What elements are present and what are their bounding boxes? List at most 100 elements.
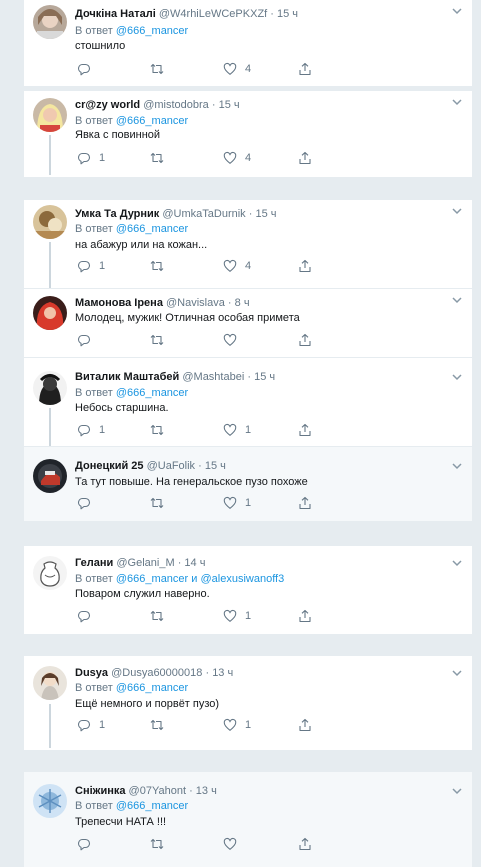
author-name[interactable]: Дочкіна Наталі [75, 8, 156, 20]
timestamp[interactable]: 8 ч [235, 297, 250, 309]
reply-mention[interactable]: @666_mancer [116, 223, 188, 235]
retweet-button[interactable] [150, 717, 164, 733]
reply-mention[interactable]: @666_mancer [116, 115, 188, 127]
author-name[interactable]: Мамонова Ірена [75, 297, 163, 309]
author-handle[interactable]: @Dusya60000018 [111, 667, 202, 679]
share-button[interactable] [298, 422, 312, 438]
timestamp[interactable]: 13 ч [212, 667, 233, 679]
author-name[interactable]: Виталик Маштабей [75, 371, 179, 383]
reply-button[interactable]: 1 [77, 258, 105, 274]
reply-button[interactable] [77, 61, 91, 77]
author-handle[interactable]: @W4rhiLeWCePKXZf [159, 8, 267, 20]
reply-mention[interactable]: @666_mancer [116, 573, 188, 585]
tweet[interactable]: Мамонова Ірена @Navislava · 8 ч Молодец,… [24, 289, 472, 357]
timestamp[interactable]: 15 ч [219, 99, 240, 111]
avatar[interactable] [33, 371, 67, 405]
retweet-button[interactable] [150, 61, 164, 77]
tweet-highlighted[interactable]: Донецкий 25 @UaFolik · 15 ч Та тут повыш… [24, 447, 472, 521]
avatar[interactable] [33, 296, 67, 330]
timestamp[interactable]: 15 ч [205, 460, 226, 472]
avatar[interactable] [33, 556, 67, 590]
like-button[interactable]: 1 [223, 608, 251, 624]
retweet-button[interactable] [150, 608, 164, 624]
author-name[interactable]: Dusya [75, 667, 108, 679]
reply-button[interactable] [77, 836, 91, 852]
share-button[interactable] [298, 150, 312, 166]
like-button[interactable]: 4 [223, 258, 251, 274]
reply-button[interactable]: 1 [77, 150, 105, 166]
share-button[interactable] [298, 836, 312, 852]
like-button[interactable]: 4 [223, 150, 251, 166]
chevron-down-icon[interactable] [450, 666, 464, 680]
tweet-highlighted[interactable]: Сніжинка @07Yahont · 13 ч В ответ @666_m… [24, 772, 472, 867]
reply-mention[interactable]: @666_mancer [116, 25, 188, 37]
author-name[interactable]: Донецкий 25 [75, 460, 144, 472]
timestamp[interactable]: 15 ч [254, 371, 275, 383]
reply-button[interactable]: 1 [77, 422, 105, 438]
reply-button[interactable] [77, 608, 91, 624]
retweet-button[interactable] [150, 258, 164, 274]
reply-mention[interactable]: @alexusiwanoff3 [201, 573, 285, 585]
tweet[interactable]: Dusya @Dusya60000018 · 13 ч В ответ @666… [24, 656, 472, 750]
avatar[interactable] [33, 666, 67, 700]
timestamp[interactable]: 15 ч [255, 208, 276, 220]
author-handle[interactable]: @Navislava [166, 297, 225, 309]
share-button[interactable] [298, 61, 312, 77]
chevron-down-icon[interactable] [450, 556, 464, 570]
retweet-button[interactable] [150, 150, 164, 166]
tweet[interactable]: Дочкіна Наталі @W4rhiLeWCePKXZf · 15 ч В… [24, 0, 472, 86]
author-handle[interactable]: @UmkaTaDurnik [162, 208, 245, 220]
chevron-down-icon[interactable] [450, 4, 464, 18]
like-button[interactable] [223, 332, 237, 348]
author-name[interactable]: Сніжинка [75, 785, 125, 797]
timestamp[interactable]: 15 ч [277, 8, 298, 20]
reply-button[interactable] [77, 495, 91, 511]
chevron-down-icon[interactable] [450, 95, 464, 109]
reply-mention[interactable]: @666_mancer [116, 682, 188, 694]
tweet[interactable]: Гелани @Gelani_M · 14 ч В ответ @666_man… [24, 546, 472, 634]
avatar[interactable] [33, 205, 67, 239]
retweet-button[interactable] [150, 422, 164, 438]
chevron-down-icon[interactable] [450, 370, 464, 384]
like-button[interactable]: 1 [223, 422, 251, 438]
reply-mention[interactable]: @666_mancer [116, 800, 188, 812]
timestamp[interactable]: 13 ч [196, 785, 217, 797]
thread-line [49, 135, 51, 175]
share-button[interactable] [298, 258, 312, 274]
avatar[interactable] [33, 5, 67, 39]
retweet-button[interactable] [150, 332, 164, 348]
reply-mention[interactable]: @666_mancer [116, 387, 188, 399]
author-name[interactable]: cr@zy world [75, 99, 140, 111]
author-handle[interactable]: @Mashtabei [182, 371, 244, 383]
reply-button[interactable]: 1 [77, 717, 105, 733]
author-name[interactable]: Гелани [75, 557, 113, 569]
tweet[interactable]: Виталик Маштабей @Mashtabei · 15 ч В отв… [24, 358, 472, 446]
avatar[interactable] [33, 98, 67, 132]
author-name[interactable]: Умка Та Дурник [75, 208, 159, 220]
chevron-down-icon[interactable] [450, 459, 464, 473]
tweet[interactable]: Умка Та Дурник @UmkaTaDurnik · 15 ч В от… [24, 200, 472, 288]
author-handle[interactable]: @mistodobra [143, 99, 209, 111]
chevron-down-icon[interactable] [450, 293, 464, 307]
timestamp[interactable]: 14 ч [184, 557, 205, 569]
author-handle[interactable]: @07Yahont [129, 785, 186, 797]
like-button[interactable]: 4 [223, 61, 251, 77]
share-button[interactable] [298, 495, 312, 511]
like-button[interactable]: 1 [223, 717, 251, 733]
author-handle[interactable]: @UaFolik [147, 460, 195, 472]
retweet-button[interactable] [150, 495, 164, 511]
like-button[interactable]: 1 [223, 495, 251, 511]
like-button[interactable] [223, 836, 237, 852]
chevron-down-icon[interactable] [450, 784, 464, 798]
avatar[interactable] [33, 459, 67, 493]
reply-conjunction: и [191, 573, 198, 585]
author-handle[interactable]: @Gelani_M [116, 557, 174, 569]
tweet[interactable]: cr@zy world @mistodobra · 15 ч В ответ @… [24, 91, 472, 177]
share-button[interactable] [298, 608, 312, 624]
reply-button[interactable] [77, 332, 91, 348]
avatar[interactable] [33, 784, 67, 818]
chevron-down-icon[interactable] [450, 204, 464, 218]
retweet-button[interactable] [150, 836, 164, 852]
share-button[interactable] [298, 717, 312, 733]
share-button[interactable] [298, 332, 312, 348]
